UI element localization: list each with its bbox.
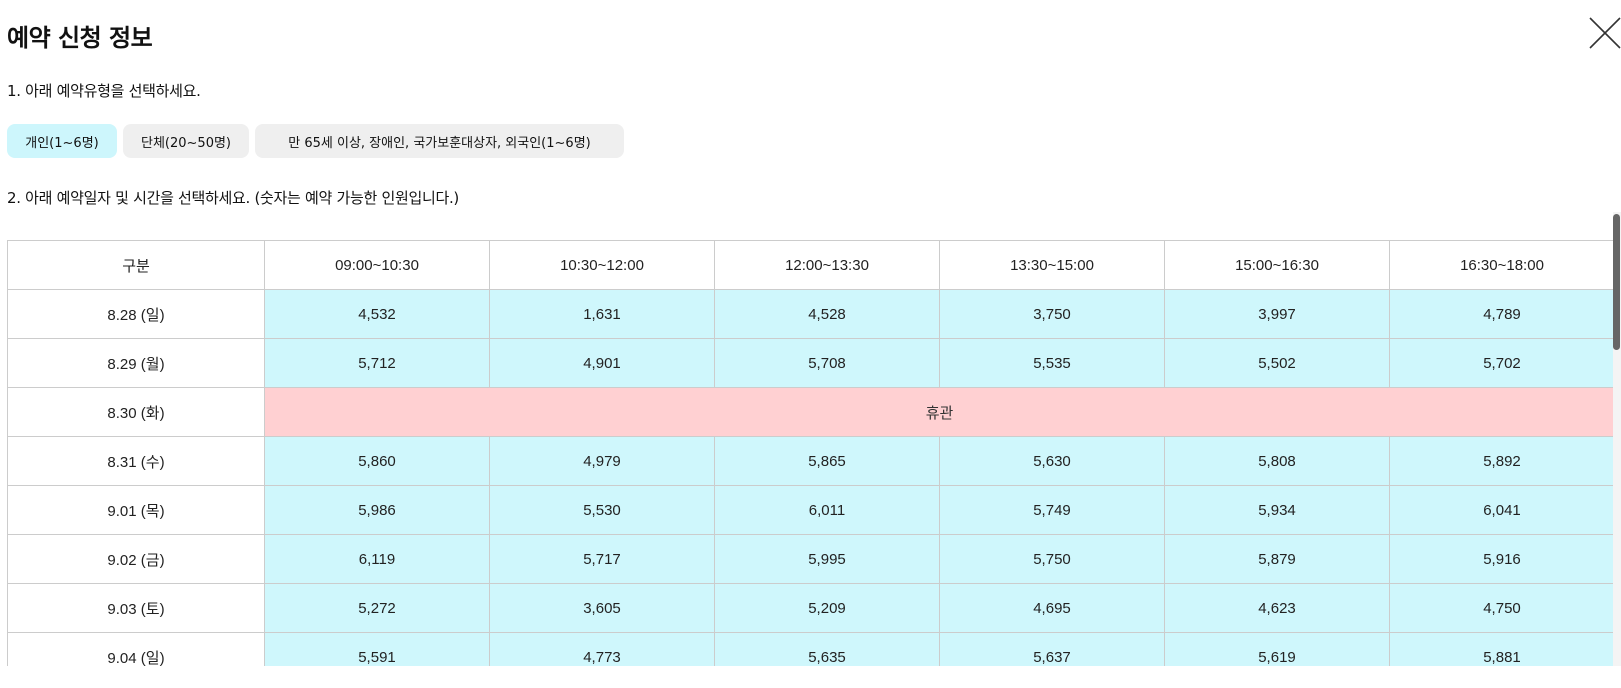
time-slot-cell[interactable]: 4,789: [1389, 289, 1614, 339]
time-slot-cell[interactable]: 5,881: [1389, 632, 1614, 666]
time-slot-cell[interactable]: 5,808: [1164, 436, 1390, 486]
time-slot-cell[interactable]: 4,979: [489, 436, 715, 486]
row-date: 8.31 (수): [7, 436, 265, 486]
header-slot: 13:30~15:00: [939, 240, 1165, 290]
table-row: 8.29 (월) 5,712 4,901 5,708 5,535 5,502 5…: [7, 338, 1614, 388]
row-date: 9.04 (일): [7, 632, 265, 666]
table-row: 8.30 (화) 휴관: [7, 387, 1614, 437]
time-slot-cell[interactable]: 4,750: [1389, 583, 1614, 633]
time-slot-cell[interactable]: 5,619: [1164, 632, 1390, 666]
header-label: 구분: [7, 240, 265, 290]
table-row: 8.31 (수) 5,860 4,979 5,865 5,630 5,808 5…: [7, 436, 1614, 486]
time-slot-cell[interactable]: 3,750: [939, 289, 1165, 339]
time-slot-cell[interactable]: 5,591: [264, 632, 490, 666]
table-row: 9.01 (목) 5,986 5,530 6,011 5,749 5,934 6…: [7, 485, 1614, 535]
header-slot: 15:00~16:30: [1164, 240, 1390, 290]
row-date: 8.30 (화): [7, 387, 265, 437]
time-slot-cell[interactable]: 5,750: [939, 534, 1165, 584]
header-slot: 16:30~18:00: [1389, 240, 1614, 290]
table-header-row: 구분 09:00~10:30 10:30~12:00 12:00~13:30 1…: [7, 240, 1614, 290]
step2-instruction: 2. 아래 예약일자 및 시간을 선택하세요. (숫자는 예약 가능한 인원입니…: [7, 189, 459, 207]
time-slot-cell[interactable]: 5,630: [939, 436, 1165, 486]
time-slot-cell[interactable]: 4,695: [939, 583, 1165, 633]
row-date: 9.01 (목): [7, 485, 265, 535]
time-slot-cell[interactable]: 3,605: [489, 583, 715, 633]
header-slot: 10:30~12:00: [489, 240, 715, 290]
time-slot-cell[interactable]: 5,535: [939, 338, 1165, 388]
time-slot-cell[interactable]: 5,879: [1164, 534, 1390, 584]
time-slot-cell[interactable]: 5,712: [264, 338, 490, 388]
row-date: 9.03 (토): [7, 583, 265, 633]
time-slot-cell[interactable]: 4,623: [1164, 583, 1390, 633]
time-slot-cell[interactable]: 5,209: [714, 583, 940, 633]
time-slot-cell[interactable]: 5,916: [1389, 534, 1614, 584]
close-icon: [1589, 17, 1621, 49]
time-slot-cell[interactable]: 1,631: [489, 289, 715, 339]
row-date: 8.28 (일): [7, 289, 265, 339]
time-slot-cell[interactable]: 4,528: [714, 289, 940, 339]
type-group-button[interactable]: 단체(20~50명): [123, 124, 249, 158]
time-slot-cell[interactable]: 5,272: [264, 583, 490, 633]
scrollbar-thumb[interactable]: [1613, 214, 1620, 350]
time-slot-cell[interactable]: 5,934: [1164, 485, 1390, 535]
table-row: 9.04 (일) 5,591 4,773 5,635 5,637 5,619 5…: [7, 632, 1614, 666]
time-slot-cell[interactable]: 6,011: [714, 485, 940, 535]
time-slot-cell[interactable]: 5,865: [714, 436, 940, 486]
time-slot-cell[interactable]: 5,530: [489, 485, 715, 535]
time-slot-cell[interactable]: 5,717: [489, 534, 715, 584]
schedule-table: 구분 09:00~10:30 10:30~12:00 12:00~13:30 1…: [7, 240, 1614, 666]
table-row: 9.03 (토) 5,272 3,605 5,209 4,695 4,623 4…: [7, 583, 1614, 633]
closed-day-cell: 휴관: [264, 387, 1614, 437]
time-slot-cell[interactable]: 5,637: [939, 632, 1165, 666]
step1-instruction: 1. 아래 예약유형을 선택하세요.: [7, 82, 201, 100]
type-special-button[interactable]: 만 65세 이상, 장애인, 국가보훈대상자, 외국인(1~6명): [255, 124, 624, 158]
time-slot-cell[interactable]: 5,749: [939, 485, 1165, 535]
time-slot-cell[interactable]: 3,997: [1164, 289, 1390, 339]
time-slot-cell[interactable]: 5,708: [714, 338, 940, 388]
time-slot-cell[interactable]: 6,119: [264, 534, 490, 584]
time-slot-cell[interactable]: 4,773: [489, 632, 715, 666]
time-slot-cell[interactable]: 5,995: [714, 534, 940, 584]
row-date: 8.29 (월): [7, 338, 265, 388]
time-slot-cell[interactable]: 4,901: [489, 338, 715, 388]
time-slot-cell[interactable]: 6,041: [1389, 485, 1614, 535]
time-slot-cell[interactable]: 5,702: [1389, 338, 1614, 388]
close-button[interactable]: [1588, 16, 1621, 50]
table-row: 9.02 (금) 6,119 5,717 5,995 5,750 5,879 5…: [7, 534, 1614, 584]
header-slot: 12:00~13:30: [714, 240, 940, 290]
time-slot-cell[interactable]: 5,860: [264, 436, 490, 486]
table-row: 8.28 (일) 4,532 1,631 4,528 3,750 3,997 4…: [7, 289, 1614, 339]
time-slot-cell[interactable]: 4,532: [264, 289, 490, 339]
time-slot-cell[interactable]: 5,502: [1164, 338, 1390, 388]
time-slot-cell[interactable]: 5,986: [264, 485, 490, 535]
schedule-table-container: 구분 09:00~10:30 10:30~12:00 12:00~13:30 1…: [7, 240, 1614, 666]
reservation-type-group: 개인(1~6명) 단체(20~50명) 만 65세 이상, 장애인, 국가보훈대…: [7, 124, 624, 158]
header-slot: 09:00~10:30: [264, 240, 490, 290]
row-date: 9.02 (금): [7, 534, 265, 584]
modal-title: 예약 신청 정보: [7, 24, 153, 52]
time-slot-cell[interactable]: 5,635: [714, 632, 940, 666]
type-individual-button[interactable]: 개인(1~6명): [7, 124, 117, 158]
time-slot-cell[interactable]: 5,892: [1389, 436, 1614, 486]
